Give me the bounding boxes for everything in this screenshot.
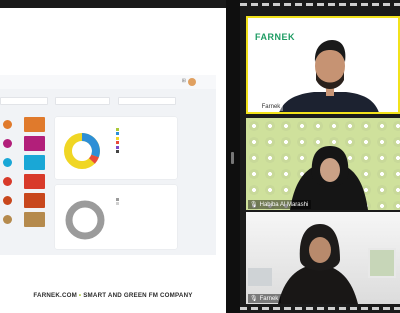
legend-item: [116, 145, 121, 150]
participant-name-tag: 🎙 Habiba Al Marashi: [248, 200, 312, 209]
dashboard-topbar: ⊞: [0, 75, 216, 89]
kpi-tile-row[interactable]: [0, 212, 48, 229]
dashboard: ⊞: [0, 75, 216, 255]
legend-item: [116, 127, 121, 132]
kpi-tile[interactable]: [24, 136, 45, 151]
participant-gallery: FARNEK 🎙 Farnek 🎙 Habiba Al Marashi 🎙 Fa…: [240, 0, 400, 313]
kpi-tile-row[interactable]: [0, 174, 48, 191]
split-view-handle[interactable]: [231, 152, 234, 164]
footer-separator: •: [78, 292, 82, 299]
footer-site: FARNEK.COM: [33, 292, 77, 299]
kpi-tile[interactable]: [24, 117, 45, 132]
donut-card: [55, 117, 177, 179]
legend-item: [116, 197, 121, 202]
participant-name-tag: 🎙 Farnek: [250, 102, 284, 111]
legend-item: [116, 150, 121, 155]
alert-icon: [3, 177, 12, 186]
circle-icon: [3, 120, 12, 129]
user-avatar[interactable]: [188, 78, 196, 86]
kpi-tile[interactable]: [24, 155, 45, 170]
ring-card: [55, 185, 177, 249]
video-tile-farnek[interactable]: FARNEK 🎙 Farnek: [246, 16, 400, 114]
donut-legend: [116, 127, 121, 154]
filter-field-1[interactable]: [0, 97, 48, 105]
footer-tagline: SMART AND GREEN FM COMPANY: [83, 292, 193, 299]
kpi-tile[interactable]: [24, 193, 45, 208]
ring-chart: [65, 200, 105, 240]
legend-item: [116, 202, 121, 207]
video-tile-habiba[interactable]: 🎙 Habiba Al Marashi: [246, 118, 400, 210]
mic-icon: 🎙: [252, 104, 260, 110]
participant-video: [279, 40, 379, 112]
share-top-strip: [0, 0, 226, 8]
kpi-tiles: [0, 117, 48, 231]
filter-field-2[interactable]: [55, 97, 110, 105]
donut-segment-blue: [81, 133, 100, 158]
donut-segment-red: [88, 154, 99, 164]
document-icon: [3, 215, 12, 224]
legend-item: [116, 136, 121, 141]
shared-screen: ⊞ FARNEK.COM • SMART AND GREEN FM COMPAN…: [0, 0, 226, 313]
grid-icon[interactable]: ⊞: [182, 78, 186, 84]
mic-icon: 🎙: [250, 202, 258, 208]
kpi-tile[interactable]: [24, 212, 45, 227]
filmstrip-border-top: [240, 3, 400, 6]
participant-video: [290, 146, 368, 210]
kpi-tile-row[interactable]: [0, 117, 48, 134]
mic-icon: 🎙: [250, 296, 258, 302]
circle-icon: [3, 158, 12, 167]
building-icon: [3, 139, 12, 148]
meeting-window: ⊞ FARNEK.COM • SMART AND GREEN FM COMPAN…: [0, 0, 400, 313]
kpi-tile-row[interactable]: [0, 155, 48, 172]
filter-field-3[interactable]: [118, 97, 176, 105]
flame-icon: [3, 196, 12, 205]
kpi-tile-row[interactable]: [0, 193, 48, 210]
ring-segment: [65, 200, 105, 240]
kpi-tile-row[interactable]: [0, 136, 48, 153]
share-footer: FARNEK.COM • SMART AND GREEN FM COMPANY: [0, 292, 226, 299]
kpi-tile[interactable]: [24, 174, 45, 189]
donut-chart: [64, 133, 100, 169]
video-tile-farnek-2[interactable]: 🎙 Farnek: [246, 212, 400, 304]
participant-video: [278, 224, 358, 304]
participant-name-tag: 🎙 Farnek: [248, 294, 282, 303]
filmstrip-border-bottom: [240, 307, 400, 310]
ring-legend: [116, 197, 121, 206]
